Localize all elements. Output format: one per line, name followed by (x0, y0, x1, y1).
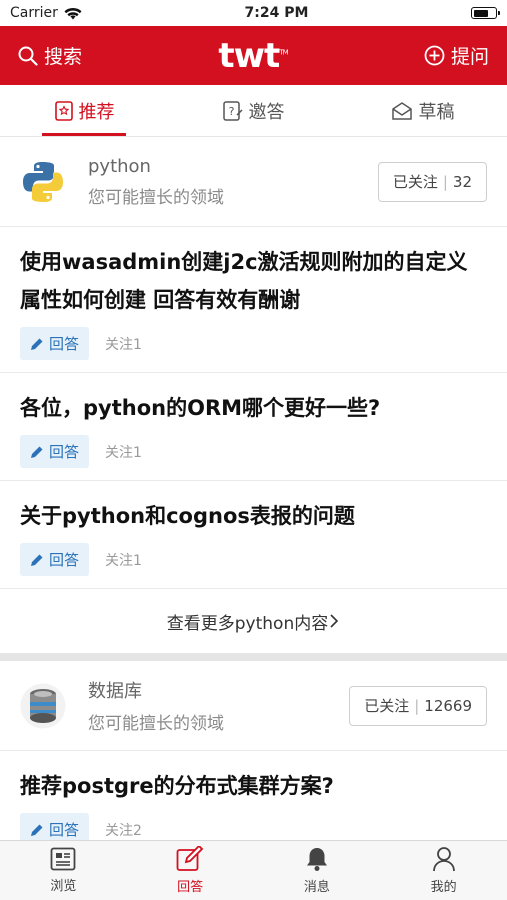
section-divider (0, 653, 507, 661)
question-title[interactable]: 各位，python的ORM哪个更好一些? (20, 389, 487, 427)
tab-label: 邀答 (248, 101, 285, 123)
browse-icon (50, 847, 76, 871)
draft-icon (391, 101, 412, 120)
see-more-label: 查看更多python内容 (166, 613, 329, 634)
person-icon (432, 847, 455, 872)
follow-button[interactable]: 已关注 | 12669 (349, 685, 487, 726)
separator: | (414, 696, 420, 715)
follow-label: 已关注 (364, 697, 410, 715)
question-item[interactable]: 使用wasadmin创建j2c激活规则附加的自定义属性如何创建 回答有效有酬谢 … (0, 227, 507, 373)
topic-subtitle: 您可能擅长的领域 (88, 714, 224, 734)
follow-count: 12669 (424, 696, 472, 715)
edit-icon (176, 846, 204, 871)
bell-icon (306, 848, 327, 871)
tabbar-answer[interactable]: 回答 (127, 841, 254, 900)
separator: | (442, 172, 448, 191)
answer-button[interactable]: 回答 (20, 435, 90, 468)
topic-name: 数据库 (88, 681, 142, 702)
pencil-icon (31, 824, 43, 836)
bottom-tab-bar: 浏览 回答 消息 我的 (0, 840, 507, 900)
topic-header[interactable]: 数据库 您可能擅长的领域 已关注 | 12669 (0, 661, 507, 751)
question-item[interactable]: 关于python和cognos表报的问题 回答 关注1 (0, 481, 507, 589)
follow-count: 32 (452, 172, 472, 191)
top-tabs: 推荐 ? 邀答 草稿 (0, 85, 507, 137)
answer-label: 回答 (49, 335, 80, 353)
database-icon (20, 683, 66, 728)
battery-icon (471, 7, 500, 19)
topic-name: python (88, 155, 151, 177)
tab-drafts[interactable]: 草稿 (338, 85, 507, 136)
answer-label: 回答 (49, 551, 80, 569)
tabbar-browse[interactable]: 浏览 (0, 841, 127, 900)
svg-text:?: ? (228, 105, 234, 118)
python-logo-icon (23, 161, 63, 202)
tab-label: 草稿 (418, 101, 455, 123)
question-item[interactable]: 各位，python的ORM哪个更好一些? 回答 关注1 (0, 373, 507, 481)
search-icon (18, 46, 38, 66)
tabbar-messages[interactable]: 消息 (254, 841, 381, 900)
question-title[interactable]: 推荐postgre的分布式集群方案? (20, 767, 487, 805)
tab-label: 推荐 (78, 101, 115, 123)
follow-button[interactable]: 已关注 | 32 (377, 161, 487, 202)
pencil-icon (31, 338, 43, 350)
status-bar: Carrier 7:24 PM (0, 0, 507, 26)
topic-subtitle: 您可能擅长的领域 (88, 187, 224, 208)
recommend-icon (54, 100, 73, 121)
chevron-right-icon (330, 614, 339, 628)
answer-label: 回答 (49, 443, 80, 461)
tabbar-mine[interactable]: 我的 (380, 841, 507, 900)
search-button[interactable]: 搜索 (18, 42, 82, 69)
tab-recommend[interactable]: 推荐 (0, 85, 169, 136)
topic-header[interactable]: python 您可能擅长的领域 已关注 | 32 (0, 137, 507, 227)
carrier-label: Carrier (10, 5, 58, 21)
wifi-icon (64, 7, 82, 19)
question-title[interactable]: 使用wasadmin创建j2c激活规则附加的自定义属性如何创建 回答有效有酬谢 (20, 243, 487, 319)
app-logo: twtTM (218, 35, 288, 76)
answer-button[interactable]: 回答 (20, 543, 90, 576)
answer-label: 回答 (49, 821, 80, 839)
ask-button[interactable]: 提问 (424, 42, 489, 69)
tabbar-label: 浏览 (50, 879, 77, 894)
tabbar-label: 消息 (303, 880, 330, 895)
tab-invite[interactable]: ? 邀答 (169, 85, 338, 136)
search-label: 搜索 (44, 46, 83, 68)
follow-count-text: 关注1 (105, 336, 142, 353)
tabbar-label: 回答 (177, 880, 204, 895)
follow-count-text: 关注1 (105, 444, 142, 461)
question-title[interactable]: 关于python和cognos表报的问题 (20, 497, 487, 535)
follow-count-text: 关注2 (105, 822, 142, 839)
plus-circle-icon (424, 45, 445, 66)
pencil-icon (31, 446, 43, 458)
see-more-link[interactable]: 查看更多python内容 (0, 589, 507, 653)
ask-label: 提问 (450, 46, 489, 68)
invite-question-icon: ? (222, 100, 243, 121)
follow-label: 已关注 (392, 173, 438, 191)
nav-bar: 搜索 twtTM 提问 (0, 26, 507, 85)
pencil-icon (31, 554, 43, 566)
clock: 7:24 PM (244, 5, 309, 21)
tabbar-label: 我的 (430, 880, 457, 895)
follow-count-text: 关注1 (105, 552, 142, 569)
answer-button[interactable]: 回答 (20, 327, 90, 360)
